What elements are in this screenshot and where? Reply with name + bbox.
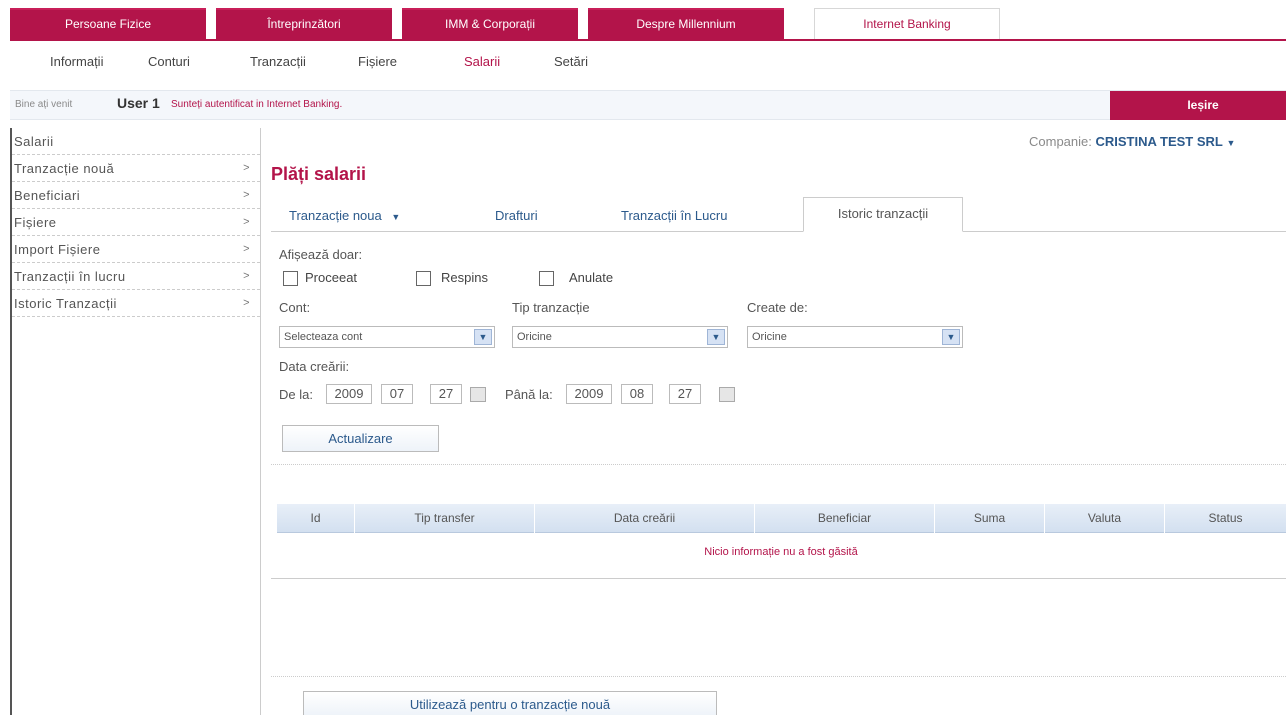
column-header-valuta[interactable]: Valuta bbox=[1044, 504, 1164, 533]
calendar-icon[interactable] bbox=[719, 387, 735, 402]
use-for-new-transaction-button[interactable]: Utilizează pentru o tranzacție nouă bbox=[303, 691, 717, 715]
checkbox-anulate[interactable] bbox=[539, 271, 554, 286]
sidebar-item-label: Salarii bbox=[14, 134, 54, 149]
calendar-icon[interactable] bbox=[470, 387, 486, 402]
chevron-down-icon: ▼ bbox=[707, 329, 725, 345]
sub-menu-salarii[interactable]: Salarii bbox=[464, 54, 500, 69]
top-tab-despre-millennium[interactable]: Despre Millennium bbox=[588, 8, 784, 40]
account-select[interactable]: Selecteaza cont ▼ bbox=[279, 326, 495, 348]
table-bottom-divider bbox=[271, 578, 1286, 579]
checkbox-procesat-label: Proceeat bbox=[305, 270, 358, 285]
tab-tranzactii-in-lucru[interactable]: Tranzacții în Lucru bbox=[621, 208, 727, 223]
sidebar-item-label: Fișiere bbox=[14, 215, 57, 230]
chevron-right-icon: > bbox=[243, 297, 250, 309]
top-tab-intreprinzatori[interactable]: Întreprinzători bbox=[216, 8, 392, 40]
sidebar-item-import-fisiere[interactable]: Import Fișiere > bbox=[12, 236, 260, 263]
to-day-input[interactable]: 27 bbox=[669, 384, 701, 404]
creation-date-label: Data creării: bbox=[279, 359, 350, 374]
sidebar-item-fisiere[interactable]: Fișiere > bbox=[12, 209, 260, 236]
sidebar-item-label: Tranzacție nouă bbox=[14, 161, 115, 176]
from-year-input[interactable]: 2009 bbox=[326, 384, 372, 404]
tab-label: Tranzacție noua bbox=[289, 208, 382, 223]
from-day-input[interactable]: 27 bbox=[430, 384, 462, 404]
empty-table-message: Nicio informație nu a fost găsită bbox=[704, 546, 858, 558]
tab-tranzactie-noua[interactable]: Tranzacție noua ▼ bbox=[289, 208, 400, 223]
checkbox-respins[interactable] bbox=[416, 271, 431, 286]
sidebar-item-label: Beneficiari bbox=[14, 188, 81, 203]
chevron-down-icon: ▼ bbox=[474, 329, 492, 345]
sidebar-item-salarii[interactable]: Salarii bbox=[12, 128, 260, 155]
sidebar-item-tranzactii-in-lucru[interactable]: Tranzacții în lucru > bbox=[12, 263, 260, 290]
sidebar-item-istoric-tranzactii[interactable]: Istoric Tranzacții > bbox=[12, 290, 260, 317]
from-month-input[interactable]: 07 bbox=[381, 384, 413, 404]
company-value: CRISTINA TEST SRL bbox=[1095, 134, 1223, 149]
column-header-beneficiar[interactable]: Beneficiar bbox=[754, 504, 934, 533]
sidebar-item-tranzactie-noua[interactable]: Tranzacție nouă > bbox=[12, 155, 260, 182]
transaction-type-label: Tip tranzacție bbox=[512, 300, 590, 315]
sidebar-item-beneficiari[interactable]: Beneficiari > bbox=[12, 182, 260, 209]
section-divider bbox=[271, 676, 1286, 677]
chevron-right-icon: > bbox=[243, 216, 250, 228]
column-header-id[interactable]: Id bbox=[276, 504, 354, 533]
account-select-value: Selecteaza cont bbox=[284, 331, 363, 343]
from-label: De la: bbox=[279, 387, 313, 402]
company-label: Companie: bbox=[1029, 134, 1092, 149]
transaction-type-value: Oricine bbox=[517, 331, 552, 343]
transaction-tabs: Tranzacție noua ▼ Drafturi Tranzacții în… bbox=[271, 197, 1286, 232]
column-header-data-crearii[interactable]: Data creării bbox=[534, 504, 754, 533]
tab-drafturi[interactable]: Drafturi bbox=[495, 208, 538, 223]
column-header-tip-transfer[interactable]: Tip transfer bbox=[354, 504, 534, 533]
update-button[interactable]: Actualizare bbox=[282, 425, 439, 452]
chevron-down-icon: ▼ bbox=[391, 212, 401, 222]
created-by-label: Create de: bbox=[747, 300, 808, 315]
table-header: Id Tip transfer Data creării Beneficiar … bbox=[276, 504, 1286, 533]
top-nav: Persoane Fizice Întreprinzători IMM & Co… bbox=[10, 8, 1286, 41]
chevron-right-icon: > bbox=[243, 189, 250, 201]
welcome-bar: Bine ați venit User 1 Sunteți autentific… bbox=[10, 90, 1286, 120]
checkbox-anulate-label: Anulate bbox=[569, 270, 614, 285]
to-month-input[interactable]: 08 bbox=[621, 384, 653, 404]
created-by-value: Oricine bbox=[752, 331, 787, 343]
checkbox-respins-label: Respins bbox=[441, 270, 488, 285]
column-header-status[interactable]: Status bbox=[1164, 504, 1286, 533]
sub-menu-conturi[interactable]: Conturi bbox=[148, 54, 190, 69]
sidebar: Salarii Tranzacție nouă > Beneficiari > Fi… bbox=[10, 128, 261, 715]
sidebar-item-label: Istoric Tranzacții bbox=[14, 296, 117, 311]
top-tab-persoane-fizice[interactable]: Persoane Fizice bbox=[10, 8, 206, 40]
chevron-down-icon: ▼ bbox=[942, 329, 960, 345]
company-selector[interactable]: Companie: CRISTINA TEST SRL ▼ bbox=[1029, 134, 1235, 149]
top-tab-imm-corporatii[interactable]: IMM & Corporații bbox=[402, 8, 578, 40]
welcome-status: Sunteți autentificat in Internet Banking… bbox=[171, 99, 343, 110]
to-label: Până la: bbox=[505, 387, 553, 402]
top-tab-internet-banking[interactable]: Internet Banking bbox=[814, 8, 1000, 41]
to-year-input[interactable]: 2009 bbox=[566, 384, 612, 404]
welcome-user: User 1 bbox=[117, 95, 160, 111]
column-header-suma[interactable]: Suma bbox=[934, 504, 1044, 533]
section-divider bbox=[271, 464, 1286, 465]
sidebar-item-label: Tranzacții în lucru bbox=[14, 269, 126, 284]
created-by-select[interactable]: Oricine ▼ bbox=[747, 326, 963, 348]
account-label: Cont: bbox=[279, 300, 311, 315]
sub-menu-fisiere[interactable]: Fișiere bbox=[358, 54, 397, 69]
chevron-right-icon: > bbox=[243, 243, 250, 255]
tab-istoric-tranzactii[interactable]: Istoric tranzacții bbox=[803, 197, 963, 232]
transaction-type-select[interactable]: Oricine ▼ bbox=[512, 326, 728, 348]
logout-button[interactable]: Ieșire bbox=[1110, 91, 1286, 120]
welcome-greeting: Bine ați venit bbox=[15, 99, 73, 110]
chevron-right-icon: > bbox=[243, 270, 250, 282]
page-title: Plăți salarii bbox=[271, 164, 367, 184]
show-only-label: Afișează doar: bbox=[279, 247, 363, 262]
sub-menu-informatii[interactable]: Informații bbox=[50, 54, 103, 69]
chevron-right-icon: > bbox=[243, 162, 250, 174]
sub-menu-tranzactii[interactable]: Tranzacții bbox=[250, 54, 306, 69]
chevron-down-icon: ▼ bbox=[1226, 138, 1236, 148]
sub-menu: Informații Conturi Tranzacții Fișiere Sa… bbox=[10, 41, 1286, 81]
checkbox-procesat[interactable] bbox=[283, 271, 298, 286]
sub-menu-setari[interactable]: Setări bbox=[554, 54, 588, 69]
sidebar-item-label: Import Fișiere bbox=[14, 242, 101, 257]
